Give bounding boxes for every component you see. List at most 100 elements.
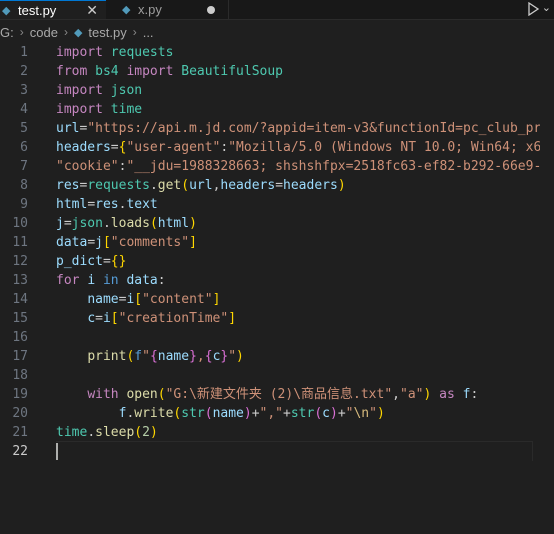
- code-line[interactable]: import json: [56, 81, 554, 100]
- code-token: time: [56, 425, 88, 440]
- tab-x-py[interactable]: ◆ x.py: [106, 0, 229, 19]
- code-editor[interactable]: 1 2 3 4 5 6 7 8 9 10 11 12 13 14 15 16 17 18 19 20 21 22 impo…: [0, 43, 554, 534]
- code-line[interactable]: for i in data:: [56, 271, 554, 290]
- code-line[interactable]: data=j["comments"]: [56, 233, 554, 252]
- code-line[interactable]: import requests: [56, 43, 554, 62]
- run-icon[interactable]: [526, 2, 540, 16]
- code-token: headers: [56, 140, 111, 155]
- code-token: ): [236, 349, 244, 364]
- line-number: 13: [12, 273, 28, 288]
- close-icon[interactable]: ✕: [86, 1, 98, 19]
- breadcrumb-drive[interactable]: G:: [0, 25, 14, 40]
- code-token: :: [157, 273, 166, 288]
- code-line[interactable]: headers={"user-agent":"Mozilla/5.0 (Wind…: [56, 138, 554, 157]
- code-token: import: [56, 102, 103, 117]
- code-token: =: [95, 311, 103, 326]
- chevron-right-icon: ›: [63, 25, 68, 39]
- code-token: \n: [353, 406, 370, 421]
- code-token: import: [56, 83, 103, 98]
- code-line[interactable]: import time: [56, 100, 554, 119]
- code-token: time: [110, 102, 143, 117]
- code-token: (: [204, 406, 213, 421]
- code-token: "comments": [110, 235, 190, 250]
- code-line[interactable]: print(f"{name},{c}"): [56, 347, 554, 366]
- line-number: 21: [12, 425, 28, 440]
- line-number: 17: [12, 349, 28, 364]
- code-line[interactable]: c=i["creationTime"]: [56, 309, 554, 328]
- code-token: (: [149, 216, 158, 231]
- code-token: ): [376, 406, 385, 421]
- code-token: ]: [212, 292, 221, 307]
- line-number: 7: [20, 159, 28, 174]
- code-token: ": [142, 349, 150, 364]
- line-number: 11: [12, 235, 28, 250]
- code-line[interactable]: url="https://api.m.jd.com/?appid=item-v3…: [56, 119, 554, 138]
- code-token: ]: [228, 311, 237, 326]
- code-token: from: [56, 64, 88, 79]
- code-token: for: [56, 273, 80, 288]
- code-token: get: [157, 178, 182, 193]
- text-cursor: [56, 443, 58, 460]
- code-line[interactable]: res=requests.get(url,headers=headers): [56, 176, 554, 195]
- code-token: ,: [392, 387, 400, 402]
- code-token: ): [189, 216, 197, 231]
- code-token: open: [126, 387, 158, 402]
- breadcrumb-folder[interactable]: code: [30, 25, 58, 40]
- code-area[interactable]: import requests from bs4 import Beautiful…: [56, 43, 554, 461]
- code-line[interactable]: name=i["content"]: [56, 290, 554, 309]
- code-token: .: [102, 216, 111, 231]
- code-line[interactable]: [56, 366, 554, 385]
- code-line[interactable]: html=res.text: [56, 195, 554, 214]
- code-line[interactable]: f.write(str(name)+","+str(c)+"\n"): [56, 404, 554, 423]
- chevron-down-icon[interactable]: ⌄: [542, 1, 551, 14]
- chevron-right-icon: ›: [19, 25, 24, 39]
- line-number: 1: [20, 45, 28, 60]
- code-token: [: [134, 292, 143, 307]
- code-token: str: [290, 406, 315, 421]
- code-token: (: [134, 425, 143, 440]
- minimap[interactable]: [540, 43, 554, 534]
- code-token: requests: [110, 45, 174, 60]
- code-token: c: [87, 311, 96, 326]
- code-line[interactable]: from bs4 import BeautifulSoup: [56, 62, 554, 81]
- code-token: +: [337, 406, 346, 421]
- code-token: f: [134, 349, 143, 364]
- code-line[interactable]: j=json.loads(html): [56, 214, 554, 233]
- code-line[interactable]: [56, 328, 554, 347]
- code-line[interactable]: "cookie":"__jdu=1988328663; shshshfpx=25…: [56, 157, 554, 176]
- code-line[interactable]: with open("G:\新建文件夹 (2)\商品信息.txt","a") a…: [56, 385, 554, 404]
- code-token: .: [87, 425, 96, 440]
- code-token: i: [87, 273, 96, 288]
- tab-test-py[interactable]: ◆ test.py ✕: [0, 0, 106, 19]
- code-token: [: [102, 235, 111, 250]
- code-line[interactable]: [56, 441, 533, 461]
- line-number: 5: [20, 121, 28, 136]
- code-token: ]: [189, 235, 197, 250]
- code-token: json: [71, 216, 103, 231]
- breadcrumb: G: › code › ◆ test.py › ...: [0, 22, 554, 42]
- code-token: ): [337, 178, 346, 193]
- breadcrumb-file[interactable]: test.py: [88, 25, 126, 40]
- modified-dot-icon[interactable]: [207, 6, 215, 14]
- code-line[interactable]: p_dict={}: [56, 252, 554, 271]
- code-line[interactable]: time.sleep(2): [56, 423, 554, 442]
- line-number: 10: [12, 216, 28, 231]
- code-token: =: [102, 254, 111, 269]
- code-token: "creationTime": [118, 311, 229, 326]
- code-token: 2: [142, 425, 150, 440]
- python-icon: ◆: [2, 4, 11, 17]
- line-number: 6: [20, 140, 28, 155]
- code-token: "a": [400, 387, 424, 402]
- code-token: name: [87, 292, 119, 307]
- line-number: 4: [20, 102, 28, 117]
- code-token: "Mozilla/5.0 (Windows NT 10.0; Win64; x6…: [228, 140, 550, 155]
- line-number: 15: [12, 311, 28, 326]
- tab-label: test.py: [18, 2, 57, 18]
- line-number: 18: [12, 368, 28, 383]
- breadcrumb-symbol[interactable]: ...: [143, 25, 154, 40]
